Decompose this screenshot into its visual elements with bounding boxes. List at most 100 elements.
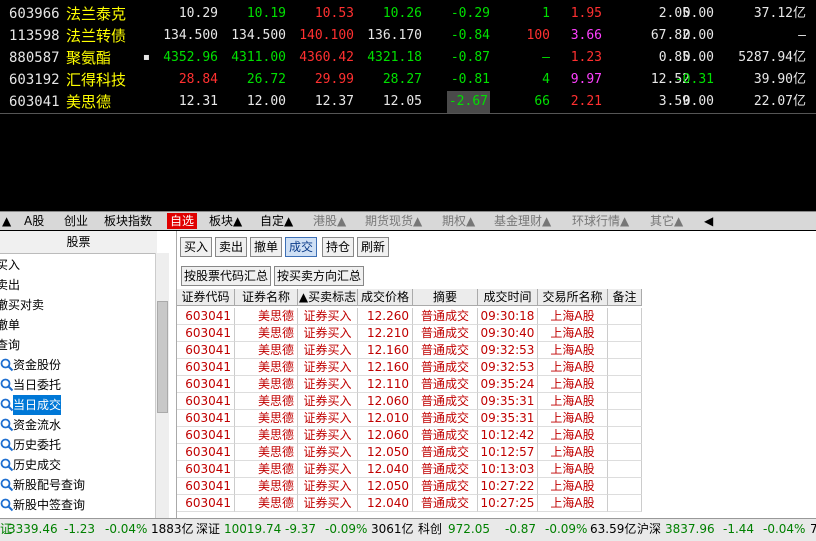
- table-row[interactable]: 603041 美思德 证券买入 12.050 普通成交 10:27:22 上海A股: [177, 478, 642, 495]
- table-cell: 普通成交: [413, 342, 478, 359]
- table-cell: 603041: [177, 308, 235, 325]
- quote-code: 603966: [9, 6, 60, 22]
- hs-index-name: 沪深: [637, 522, 662, 536]
- table-cell: 证券买入: [298, 478, 358, 495]
- quote-change: -0.29: [450, 6, 490, 21]
- quote-price: 4352.96: [163, 50, 218, 65]
- quote-name: 法兰泰克: [66, 5, 127, 23]
- tab-3[interactable]: 板块指数: [104, 213, 152, 229]
- quote-turnover: 3.66: [570, 28, 602, 43]
- table-row[interactable]: 603041 美思德 证券买入 12.040 普通成交 10:13:03 上海A股: [177, 461, 642, 478]
- table-row[interactable]: 603041 美思德 证券买入 12.040 普通成交 10:27:25 上海A股: [177, 495, 642, 512]
- table-cell: [608, 461, 642, 478]
- table-cell: 10:27:25: [478, 495, 538, 512]
- tab-13[interactable]: ◀: [704, 213, 713, 229]
- quote-low: 28.27: [382, 72, 422, 87]
- table-cell: [608, 444, 642, 461]
- action-button-1[interactable]: 卖出: [215, 237, 247, 257]
- quote-name: 聚氨酯: [66, 49, 112, 67]
- tab-7[interactable]: 港股▲: [313, 213, 346, 229]
- tab-11[interactable]: 环球行情▲: [572, 213, 629, 229]
- column-header[interactable]: 摘要: [413, 289, 478, 306]
- quote-code: 880587: [9, 50, 60, 66]
- action-button-3[interactable]: 成交: [285, 237, 317, 257]
- table-cell: 12.260: [358, 308, 413, 325]
- quote-row[interactable]: 880587 聚氨酯 ▪ 4352.96 4311.00 4360.42 4321.18 -0…: [0, 47, 816, 69]
- column-header[interactable]: 备注: [608, 289, 642, 306]
- action-button-4[interactable]: 持仓: [322, 237, 354, 257]
- sh-index-value: 3339.46: [8, 522, 58, 536]
- table-row[interactable]: 603041 美思德 证券买入 12.060 普通成交 09:35:31 上海A股: [177, 393, 642, 410]
- table-cell: 603041: [177, 325, 235, 342]
- table-cell: 10:27:22: [478, 478, 538, 495]
- table-cell: 603041: [177, 393, 235, 410]
- quote-amount: 39.90亿: [753, 72, 806, 87]
- table-cell: 美思德: [235, 376, 298, 393]
- table-cell: 证券买入: [298, 342, 358, 359]
- table-row[interactable]: 603041 美思德 证券买入 12.160 普通成交 09:32:53 上海A股: [177, 342, 642, 359]
- tab-0[interactable]: ▲: [2, 213, 11, 229]
- table-cell: 12.050: [358, 478, 413, 495]
- table-row[interactable]: 603041 美思德 证券买入 12.260 普通成交 09:30:18 上海A股: [177, 308, 642, 325]
- menu-item[interactable]: 卖出: [0, 275, 20, 295]
- tab-4[interactable]: 自选: [167, 213, 198, 229]
- tab-6[interactable]: 自定▲: [260, 213, 293, 229]
- table-row[interactable]: 603041 美思德 证券买入 12.210 普通成交 09:30:40 上海A股: [177, 325, 642, 342]
- table-cell: 603041: [177, 444, 235, 461]
- quote-flag-icon: ▪: [143, 52, 150, 63]
- quote-row[interactable]: 113598 法兰转债 134.500 134.500 140.100 136.170 -0…: [0, 25, 816, 47]
- table-cell: 12.040: [358, 461, 413, 478]
- action-button-2[interactable]: 撤单: [250, 237, 282, 257]
- action-button-5[interactable]: 刷新: [357, 237, 389, 257]
- table-cell: [608, 325, 642, 342]
- column-header[interactable]: 成交时间: [478, 289, 538, 306]
- table-cell: 603041: [177, 478, 235, 495]
- table-row[interactable]: 603041 美思德 证券买入 12.060 普通成交 10:12:42 上海A股: [177, 427, 642, 444]
- menu-item[interactable]: 查询: [0, 335, 20, 355]
- table-row[interactable]: 603041 美思德 证券买入 12.160 普通成交 09:32:53 上海A股: [177, 359, 642, 376]
- quote-row[interactable]: 603192 汇得科技 28.84 26.72 29.99 28.27 -0.81 4 9.97…: [0, 69, 816, 91]
- quote-turnover: 2.21: [570, 94, 602, 109]
- tab-1[interactable]: A股: [24, 213, 44, 229]
- table-row[interactable]: 603041 美思德 证券买入 12.050 普通成交 10:12:57 上海A股: [177, 444, 642, 461]
- tab-8[interactable]: 期货现货▲: [365, 213, 422, 229]
- menu-item[interactable]: 买入: [0, 255, 20, 275]
- table-cell: 普通成交: [413, 478, 478, 495]
- table-cell: 10:12:57: [478, 444, 538, 461]
- menu-scrollbar[interactable]: [155, 253, 169, 518]
- menu-item-label: 买入: [0, 258, 21, 272]
- tab-5[interactable]: 板块▲: [209, 213, 242, 229]
- quote-turnover: 9.97: [570, 72, 602, 87]
- quote-name: 法兰转债: [66, 27, 127, 45]
- column-header[interactable]: 证券名称: [235, 289, 298, 306]
- menu-item[interactable]: 撤单: [0, 315, 20, 335]
- table-cell: 证券买入: [298, 410, 358, 427]
- index-status-bar: 证 3339.46 -1.23 -0.04% 1883亿 深证 10019.74…: [0, 518, 816, 541]
- tab-12[interactable]: 其它▲: [650, 213, 683, 229]
- kc-index-amount: 63.59亿: [590, 522, 637, 536]
- action-button-0[interactable]: 买入: [180, 237, 212, 257]
- column-header[interactable]: 成交价格: [358, 289, 413, 306]
- summary-button-1[interactable]: 按买卖方向汇总: [274, 266, 364, 286]
- table-cell: 美思德: [235, 325, 298, 342]
- column-header[interactable]: 证券代码: [177, 289, 235, 306]
- tab-2[interactable]: 创业: [64, 213, 88, 229]
- quote-row[interactable]: 603966 法兰泰克 10.29 10.19 10.53 10.26 -0.29 1 1.95…: [0, 3, 816, 25]
- column-header[interactable]: ▲买卖标志: [298, 289, 358, 306]
- table-cell: 美思德: [235, 427, 298, 444]
- tab-10[interactable]: 基金理财▲: [494, 213, 551, 229]
- table-cell: 美思德: [235, 393, 298, 410]
- quote-row[interactable]: 603041 美思德 12.31 12.00 12.37 12.05 -2.67 66 2.21…: [0, 91, 816, 113]
- scrollbar-thumb[interactable]: [157, 301, 168, 413]
- table-row[interactable]: 603041 美思德 证券买入 12.010 普通成交 09:35:31 上海A股: [177, 410, 642, 427]
- tab-9[interactable]: 期权▲: [442, 213, 475, 229]
- table-cell: 12.050: [358, 444, 413, 461]
- table-cell: 12.060: [358, 393, 413, 410]
- table-row[interactable]: 603041 美思德 证券买入 12.110 普通成交 09:35:24 上海A股: [177, 376, 642, 393]
- table-cell: 普通成交: [413, 410, 478, 427]
- menu-item[interactable]: 撤买对卖: [0, 295, 44, 315]
- column-header[interactable]: 交易所名称: [538, 289, 608, 306]
- sz-index-amount: 3061亿: [371, 522, 414, 536]
- quote-code: 603192: [9, 72, 60, 88]
- summary-button-0[interactable]: 按股票代码汇总: [181, 266, 271, 286]
